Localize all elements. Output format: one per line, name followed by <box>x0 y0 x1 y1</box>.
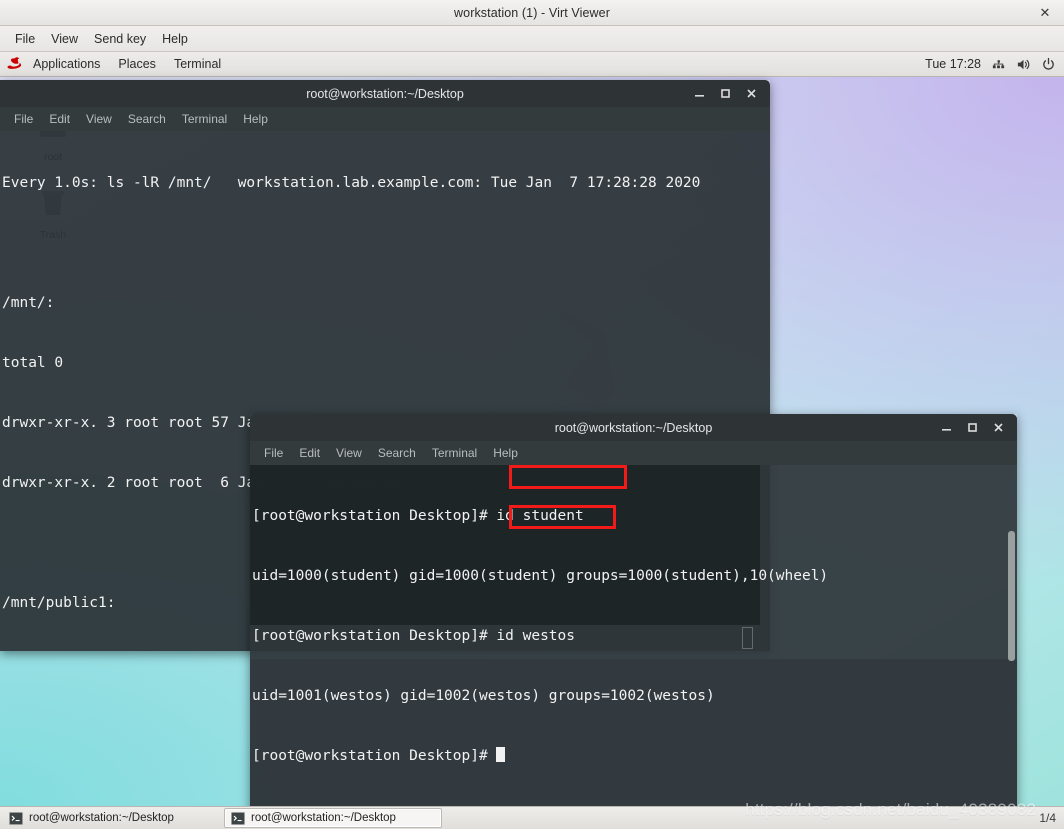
terminal1-window-buttons <box>693 80 764 107</box>
terminal1-menu-view[interactable]: View <box>78 110 120 128</box>
terminal-line-with-cursor: [root@workstation Desktop]# <box>252 746 828 766</box>
clock[interactable]: Tue 17:28 <box>925 57 981 71</box>
terminal-icon <box>231 811 245 825</box>
terminal1-menu-search[interactable]: Search <box>120 110 174 128</box>
terminal1-menubar: File Edit View Search Terminal Help <box>0 107 770 131</box>
text-cursor <box>496 747 506 762</box>
menu-view[interactable]: View <box>43 30 86 48</box>
minimize-icon[interactable] <box>693 80 706 107</box>
terminal2-menu-search[interactable]: Search <box>370 444 424 462</box>
close-icon[interactable]: ✕ <box>1034 0 1056 26</box>
gnome-panel-left: Applications Places Terminal <box>0 54 230 74</box>
terminal-window-2[interactable]: root@workstation:~/Desktop File Edit Vie… <box>250 414 1017 829</box>
virt-viewer-titlebar: workstation (1) - Virt Viewer ✕ <box>0 0 1064 26</box>
gnome-places-menu[interactable]: Places <box>109 54 165 74</box>
taskbar-button-terminal-1[interactable]: root@workstation:~/Desktop <box>2 808 220 828</box>
terminal1-menu-edit[interactable]: Edit <box>41 110 78 128</box>
screen: workstation (1) - Virt Viewer ✕ File Vie… <box>0 0 1064 829</box>
terminal2-menubar: File Edit View Search Terminal Help <box>250 441 1017 465</box>
minimize-icon[interactable] <box>940 414 953 441</box>
terminal2-output[interactable]: [root@workstation Desktop]# id student u… <box>250 465 1017 829</box>
terminal2-scrollbar[interactable] <box>1008 531 1015 661</box>
terminal2-menu-view[interactable]: View <box>328 444 370 462</box>
menu-send-key[interactable]: Send key <box>86 30 154 48</box>
taskbar-button-label: root@workstation:~/Desktop <box>251 812 396 824</box>
virt-viewer-title: workstation (1) - Virt Viewer <box>454 5 610 20</box>
taskbar-button-label: root@workstation:~/Desktop <box>29 812 174 824</box>
terminal-line: [root@workstation Desktop]# id student <box>252 508 584 524</box>
gnome-terminal-menu[interactable]: Terminal <box>165 54 230 74</box>
terminal2-window-buttons <box>940 414 1011 441</box>
gnome-panel-right: Tue 17:28 <box>925 57 1064 72</box>
terminal2-title: root@workstation:~/Desktop <box>554 420 713 435</box>
menu-file[interactable]: File <box>7 30 43 48</box>
volume-icon[interactable] <box>1016 57 1031 72</box>
terminal2-inactive-cursor <box>742 627 753 649</box>
terminal-line: uid=1000(student) gid=1000(student) grou… <box>252 568 829 584</box>
gnome-applications-menu[interactable]: Applications <box>24 54 109 74</box>
taskbar-button-terminal-2[interactable]: root@workstation:~/Desktop <box>224 808 442 828</box>
terminal1-menu-terminal[interactable]: Terminal <box>174 110 235 128</box>
terminal-icon <box>9 811 23 825</box>
prompt-text: [root@workstation Desktop]# <box>252 748 497 764</box>
terminal-line: total 0 <box>2 355 64 371</box>
red-hat-logo-icon <box>7 57 22 69</box>
power-icon[interactable] <box>1041 57 1056 72</box>
terminal2-titlebar[interactable]: root@workstation:~/Desktop <box>250 414 1017 441</box>
network-icon[interactable] <box>991 57 1006 72</box>
taskbar: root@workstation:~/Desktop root@workstat… <box>0 806 1064 829</box>
terminal1-menu-help[interactable]: Help <box>235 110 276 128</box>
terminal1-menu-file[interactable]: File <box>6 110 41 128</box>
terminal2-menu-file[interactable]: File <box>256 444 291 462</box>
workspace-pager[interactable]: 1/4 <box>1039 811 1062 825</box>
terminal-line: uid=1001(westos) gid=1002(westos) groups… <box>252 688 715 704</box>
virt-viewer-menubar: File View Send key Help <box>0 26 1064 52</box>
maximize-icon[interactable] <box>719 80 732 107</box>
terminal-line: Every 1.0s: ls -lR /mnt/ workstation.lab… <box>2 175 701 191</box>
terminal2-menu-edit[interactable]: Edit <box>291 444 328 462</box>
terminal1-titlebar[interactable]: root@workstation:~/Desktop <box>0 80 770 107</box>
close-icon[interactable] <box>992 414 1005 441</box>
menu-help[interactable]: Help <box>154 30 196 48</box>
maximize-icon[interactable] <box>966 414 979 441</box>
terminal2-menu-terminal[interactable]: Terminal <box>424 444 485 462</box>
terminal-line: /mnt/: <box>2 295 55 311</box>
close-icon[interactable] <box>745 80 758 107</box>
gnome-top-panel: Applications Places Terminal Tue 17:28 <box>0 52 1064 77</box>
terminal2-menu-help[interactable]: Help <box>485 444 526 462</box>
terminal1-title: root@workstation:~/Desktop <box>306 86 464 101</box>
